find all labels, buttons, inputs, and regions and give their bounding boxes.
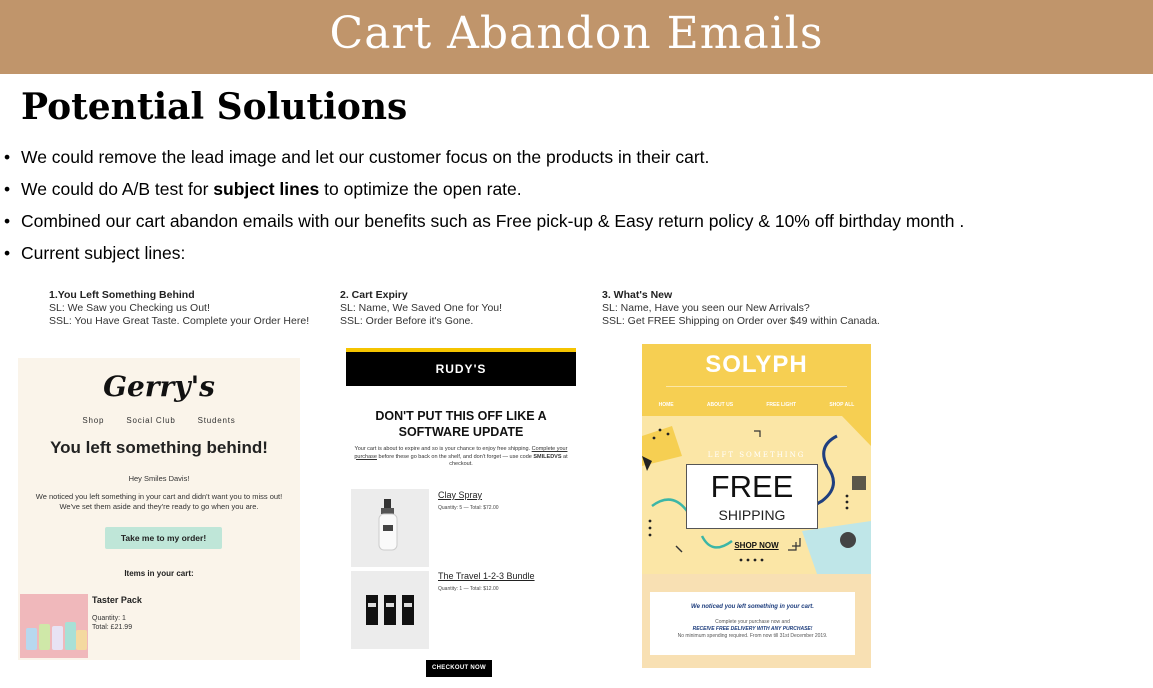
cart-item-quantity: Quantity: 1: [92, 615, 126, 622]
email-body: We noticed you left something in your ca…: [35, 492, 283, 511]
section-heading: Potential Solutions: [21, 86, 408, 128]
bullet-text-end: to optimize the open rate.: [319, 179, 522, 199]
left-something-text: LEFT SOMETHING: [707, 451, 806, 459]
email-headline: You left something behind!: [50, 438, 268, 457]
bullet-dot: •: [4, 211, 11, 231]
taster-pack-image: [20, 594, 88, 658]
email-greeting: Hey Smiles Davis!: [128, 474, 190, 483]
product-name-link[interactable]: The Travel 1-2-3 Bundle: [438, 571, 535, 581]
slide-title: Cart Abandon Emails: [329, 8, 824, 59]
gerrys-email-preview: Gerry's Shop Social Club Students You le…: [18, 358, 300, 660]
cart-notice-details: Complete your purchase now and RECEIVE F…: [650, 619, 855, 640]
travel-bundle-image: [351, 571, 429, 649]
nav-home[interactable]: HOME: [659, 402, 674, 408]
rudys-email-preview: RUDY'S DON'T PUT THIS OFF LIKE A SOFTWAR…: [346, 348, 576, 680]
bullet-text: Current subject lines:: [21, 243, 186, 263]
free-delivery-text: RECEIVE FREE DELIVERY WITH ANY PURCHASE!: [692, 626, 813, 632]
subject-line-block-2: 2. Cart Expiry SL: Name, We Saved One fo…: [340, 289, 502, 328]
solyph-nav: HOME ABOUT US FREE LIGHT SHOP ALL: [642, 402, 871, 408]
gerrys-nav: Shop Social Club Students: [18, 416, 300, 425]
complete-text: Complete your purchase now and: [715, 619, 790, 625]
shipping-text: SHIPPING: [718, 507, 786, 523]
bullet-dot: •: [4, 179, 11, 199]
cart-item-details: Quantity: 1 Total: £21.99: [92, 614, 132, 632]
bullet-text: We could remove the lead image and let o…: [21, 147, 710, 167]
nav-shop-all[interactable]: SHOP ALL: [829, 402, 854, 408]
email-body: Your cart is about to expire and so is y…: [354, 446, 568, 469]
nav-shop[interactable]: Shop: [82, 416, 104, 425]
sub-subject-line: SSL: Order Before it's Gone.: [340, 315, 474, 327]
take-me-to-order-button[interactable]: Take me to my order!: [105, 527, 222, 549]
items-heading: Items in your cart:: [124, 569, 194, 578]
bullet-item: • Current subject lines:: [0, 241, 1140, 273]
cart-notice: We noticed you left something in your ca…: [691, 604, 814, 610]
shop-now-link[interactable]: SHOP NOW: [642, 541, 871, 550]
subject-title: 1.You Left Something Behind: [49, 289, 195, 301]
solyph-email-preview: SOLYPH HOME ABOUT US FREE LIGHT SHOP ALL: [642, 344, 871, 668]
title-banner: Cart Abandon Emails: [0, 0, 1153, 74]
clay-spray-image: [351, 489, 429, 567]
bullet-list: • We could remove the lead image and let…: [0, 145, 1140, 273]
cart-item-name: Taster Pack: [92, 595, 142, 605]
subject-line-block-3: 3. What's New SL: Name, Have you seen ou…: [602, 289, 880, 328]
nav-about-us[interactable]: ABOUT US: [707, 402, 733, 408]
sub-subject-line: SSL: Get FREE Shipping on Order over $49…: [602, 315, 880, 327]
body-text: before these go back on the shelf, and d…: [377, 453, 534, 460]
bullet-bold-text: subject lines: [213, 179, 320, 199]
bullet-dot: •: [4, 243, 11, 263]
nav-students[interactable]: Students: [198, 416, 236, 425]
cart-notice-panel: We noticed you left something in your ca…: [650, 592, 855, 655]
bullet-text: Combined our cart abandon emails with ou…: [21, 211, 965, 231]
subject-line: SL: Name, We Saved One for You!: [340, 302, 503, 314]
fine-print: No minimum spending required. From now t…: [677, 633, 828, 639]
email-headline: DON'T PUT THIS OFF LIKE A SOFTWARE UPDAT…: [375, 409, 547, 439]
subject-title: 3. What's New: [602, 289, 673, 301]
body-text: Your cart is about to expire and so is y…: [354, 446, 532, 452]
free-shipping-box: FREE SHIPPING: [686, 464, 818, 529]
solyph-logo: SOLYPH: [705, 351, 808, 378]
bullet-text: We could do A/B test for: [21, 179, 214, 199]
product-detail: Quantity: 1 — Total: $12.00: [438, 586, 499, 592]
subject-line-block-1: 1.You Left Something Behind SL: We Saw y…: [49, 289, 309, 328]
product-detail: Quantity: 5 — Total: $72.00: [438, 505, 499, 511]
nav-free-light[interactable]: FREE LIGHT: [766, 402, 796, 408]
subject-title: 2. Cart Expiry: [340, 289, 408, 301]
checkout-now-button[interactable]: CHECKOUT NOW: [426, 660, 492, 677]
subject-line: SL: We Saw you Checking us Out!: [49, 302, 210, 314]
cart-item-total: Total: £21.99: [92, 624, 133, 631]
nav-social-club[interactable]: Social Club: [126, 416, 175, 425]
gerrys-logo: Gerry's: [103, 370, 215, 403]
bullet-item: • We could do A/B test for subject lines…: [0, 177, 1140, 209]
bullet-item: • Combined our cart abandon emails with …: [0, 209, 1140, 241]
product-name-link[interactable]: Clay Spray: [438, 490, 482, 500]
free-text: FREE: [710, 469, 794, 504]
sub-subject-line: SSL: You Have Great Taste. Complete your…: [49, 315, 310, 327]
promo-code: SMILEDVS: [533, 453, 562, 460]
bullet-item: • We could remove the lead image and let…: [0, 145, 1140, 177]
rudys-logo: RUDY'S: [435, 362, 487, 376]
rudys-header-bar: RUDY'S: [346, 348, 576, 386]
bullet-dot: •: [4, 147, 11, 167]
divider: [666, 386, 847, 387]
subject-line: SL: Name, Have you seen our New Arrivals…: [602, 302, 810, 314]
